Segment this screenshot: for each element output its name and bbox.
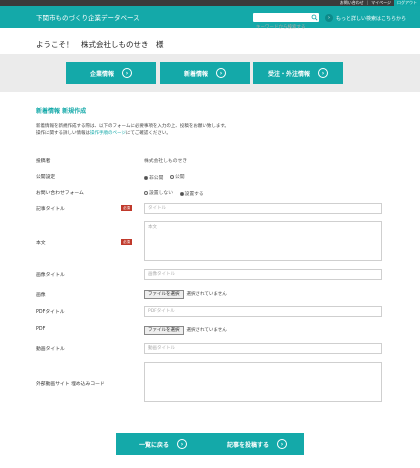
form-row-embed-code: 外部動画サイト 埋め込みコード: [36, 362, 382, 404]
video-title-input[interactable]: 動画タイトル: [144, 343, 382, 354]
embed-code-textarea[interactable]: [144, 362, 382, 402]
radio-public[interactable]: 公開: [169, 173, 185, 180]
poster-value: 株式会社しものせき: [144, 159, 188, 164]
radio-label: 設置する: [184, 192, 204, 197]
submit-article-button[interactable]: 記事を投稿する ›: [210, 433, 304, 455]
field-label: PDFタイトル: [36, 310, 65, 315]
required-badge: 必須: [121, 205, 132, 211]
advanced-search-label: もっと詳しい検索はこちらから: [336, 15, 407, 22]
form-row-body: 本文 必須 本文: [36, 221, 382, 263]
radio-label: 公開: [174, 175, 185, 180]
image-file-button[interactable]: ファイルを選択: [144, 290, 184, 299]
description-line-1: 新着情報を新規作成する際は、以下のフォームに必要事項を入力の上、投稿をお願い致し…: [36, 124, 229, 129]
field-label: 本文: [36, 241, 46, 246]
chevron-right-icon: ›: [325, 14, 333, 22]
form-row-pdf: PDF ファイルを選択 選択されていません: [36, 326, 382, 336]
chevron-right-icon: ›: [177, 439, 187, 449]
site-header: 下関市ものづくり企業データベース › もっと詳しい検索はこちらから: [0, 6, 420, 32]
advanced-search-link[interactable]: › もっと詳しい検索はこちらから: [325, 14, 406, 22]
field-label: 画像: [36, 293, 46, 298]
description-text: にてご確認ください。: [125, 131, 171, 136]
field-label: 記事タイトル: [36, 207, 65, 212]
pdf-title-input[interactable]: PDFタイトル: [144, 306, 382, 317]
button-label: 記事を投稿する: [226, 441, 269, 449]
page-description: 新着情報を新規作成する際は、以下のフォームに必要事項を入力の上、投稿をお願い致し…: [36, 123, 229, 137]
radio-dot: [144, 175, 148, 180]
body-textarea[interactable]: 本文: [144, 221, 382, 261]
field-label: 画像タイトル: [36, 273, 65, 278]
site-title[interactable]: 下関市ものづくり企業データベース: [36, 12, 140, 22]
form-row-image: 画像 ファイルを選択 選択されていません: [36, 290, 382, 300]
nav-label: 企業情報: [89, 70, 114, 78]
manual-link[interactable]: 操作手順のページ: [90, 131, 126, 136]
form-row-video-title: 動画タイトル 動画タイトル: [36, 343, 382, 355]
radio-no-form[interactable]: 設置しない: [144, 189, 173, 196]
radio-private[interactable]: 非公開: [144, 174, 163, 181]
field-label: 外部動画サイト 埋め込みコード: [36, 382, 105, 387]
pdf-file-picker: ファイルを選択 選択されていません: [144, 326, 227, 335]
file-status: 選択されていません: [186, 328, 227, 333]
button-label: 一覧に戻る: [138, 441, 169, 449]
nav-label: 受注・外注情報: [267, 70, 310, 78]
form-row-contact-form: お問い合わせフォーム 設置しない 設置する: [36, 189, 382, 197]
radio-label: 非公開: [149, 176, 164, 181]
radio-label: 設置しない: [149, 191, 173, 196]
field-label: PDF: [36, 327, 46, 332]
description-line-2: 操作に関する詳しい情報は操作手順のページにてご確認ください。: [36, 130, 229, 137]
nav-label: 新着情報: [183, 70, 208, 78]
radio-with-form[interactable]: 設置する: [179, 190, 204, 197]
form-row-pdf-title: PDFタイトル PDFタイトル: [36, 306, 382, 318]
search-icon[interactable]: [311, 14, 318, 21]
chevron-right-icon: ›: [318, 68, 328, 78]
page-title: 新着情報 新規作成: [36, 108, 87, 115]
visibility-radios: 非公開 公開: [144, 173, 190, 181]
form-row-visibility: 公開設定 非公開 公開: [36, 173, 382, 181]
form-row-article-title: 記事タイトル 必須 タイトル: [36, 203, 382, 215]
article-title-input[interactable]: タイトル: [144, 203, 382, 214]
contact-form-radios: 設置しない 設置する: [144, 189, 209, 197]
back-to-list-button[interactable]: 一覧に戻る ›: [116, 433, 210, 455]
nav-company-info[interactable]: 企業情報 ›: [66, 62, 156, 84]
description-text: 操作に関する詳しい情報は: [36, 131, 90, 136]
chevron-right-icon: ›: [216, 68, 226, 78]
chevron-right-icon: ›: [277, 439, 287, 449]
pdf-file-button[interactable]: ファイルを選択: [144, 326, 184, 335]
main-nav: 企業情報 › 新着情報 › 受注・外注情報 ›: [0, 54, 420, 92]
field-label: お問い合わせフォーム: [36, 191, 84, 196]
nav-news[interactable]: 新着情報 ›: [160, 62, 250, 84]
nav-orders[interactable]: 受注・外注情報 ›: [253, 62, 343, 84]
chevron-right-icon: ›: [122, 68, 132, 78]
welcome-message: ようこそ！ 株式会社しものせき 様: [36, 40, 164, 49]
image-title-input[interactable]: 画像タイトル: [144, 269, 382, 280]
search-input[interactable]: [253, 23, 309, 32]
file-status: 選択されていません: [186, 292, 227, 297]
radio-dot: [169, 174, 174, 179]
field-label: 投稿者: [36, 159, 51, 164]
form-row-poster: 投稿者 株式会社しものせき: [36, 157, 382, 165]
search-box: [253, 13, 319, 32]
required-badge: 必須: [121, 239, 132, 245]
field-label: 動画タイトル: [36, 347, 65, 352]
radio-dot: [144, 190, 148, 195]
field-label: 公開設定: [36, 175, 56, 180]
image-file-picker: ファイルを選択 選択されていません: [144, 290, 227, 299]
form-row-image-title: 画像タイトル 画像タイトル: [36, 269, 382, 281]
radio-dot: [179, 191, 184, 196]
